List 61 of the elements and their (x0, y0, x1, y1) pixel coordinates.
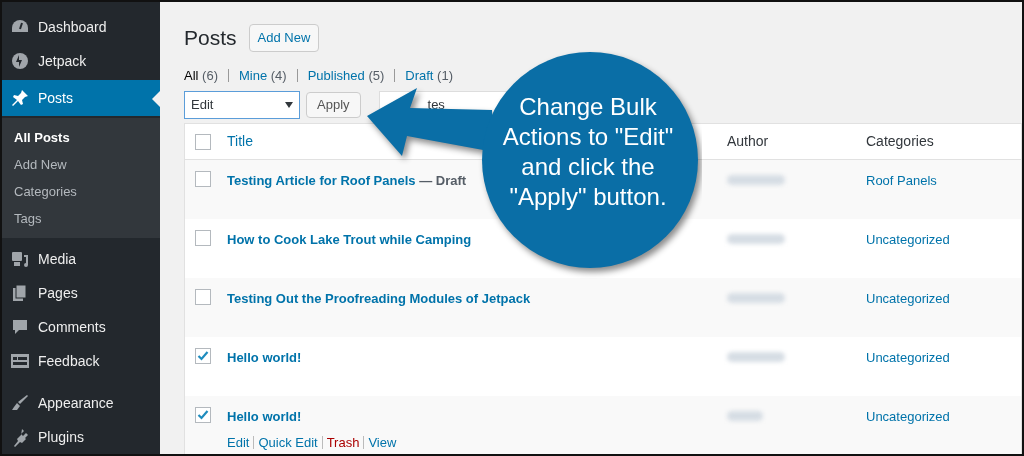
submenu-item[interactable]: All Posts (2, 124, 160, 151)
submenu-item[interactable]: Add New (2, 151, 160, 178)
row-action-link[interactable]: Edit (227, 432, 250, 452)
column-header: Categories (866, 132, 934, 151)
checkbox[interactable] (195, 289, 211, 305)
media-icon (10, 249, 30, 269)
blurred-author (727, 352, 785, 362)
bulk-actions-select[interactable]: Edit (184, 91, 300, 119)
filter-link[interactable]: Mine (4) (238, 65, 287, 85)
sidebar-item[interactable]: Pages (2, 276, 160, 310)
category-link[interactable]: Uncategorized (866, 289, 950, 309)
submenu-item[interactable]: Tags (2, 205, 160, 232)
filter-link[interactable]: Draft (1) (405, 65, 453, 85)
sidebar-item[interactable]: Plugins (2, 420, 160, 454)
filter-link[interactable]: All (6) (184, 65, 218, 85)
sidebar-item[interactable]: Comments (2, 310, 160, 344)
brush-icon (10, 393, 30, 413)
add-new-button[interactable]: Add New (248, 23, 320, 52)
post-title-link[interactable]: Testing Article for Roof Panels (227, 173, 416, 188)
feedback-icon (10, 351, 30, 371)
post-title-link[interactable]: Hello world! (227, 409, 302, 424)
check-icon (197, 350, 209, 362)
bolt-icon (10, 51, 30, 71)
blurred-author (727, 411, 763, 421)
pointer-icon (152, 91, 160, 107)
checkbox[interactable] (195, 133, 211, 150)
blurred-author (727, 234, 785, 244)
checkbox[interactable] (195, 348, 211, 364)
post-title-link[interactable]: Hello world! (227, 350, 302, 365)
check-icon (197, 409, 209, 421)
sidebar-item[interactable]: Feedback (2, 344, 160, 378)
submenu-item[interactable]: Categories (2, 178, 160, 205)
sidebar-item[interactable]: Posts (2, 80, 160, 116)
post-state: — Draft (418, 173, 467, 188)
sidebar-item[interactable]: Dashboard (2, 10, 160, 44)
callout-text: Change Bulk Actions to "Edit" and click the "Apply" button. (501, 92, 675, 212)
category-link[interactable]: Uncategorized (866, 407, 950, 427)
checkbox[interactable] (195, 171, 211, 187)
row-action-link[interactable]: Quick Edit (258, 432, 318, 452)
checkbox[interactable] (195, 230, 211, 246)
category-link[interactable]: Uncategorized (866, 348, 950, 368)
pin-icon (10, 88, 30, 108)
page-title: Posts (184, 25, 237, 51)
sidebar-item[interactable]: Jetpack (2, 44, 160, 78)
comment-icon (10, 317, 30, 337)
sidebar-item[interactable]: Media (2, 242, 160, 276)
column-header: Author (727, 132, 770, 151)
post-title-link[interactable]: How to Cook Lake Trout while Camping (227, 232, 472, 247)
blurred-author (727, 293, 785, 303)
filter-link[interactable]: Published (5) (307, 65, 385, 85)
sidebar-item[interactable]: Appearance (2, 386, 160, 420)
caret-icon (285, 102, 293, 108)
column-header[interactable]: Title (227, 133, 253, 149)
post-title-link[interactable]: Testing Out the Proofreading Modules of Jetpack (227, 291, 531, 306)
category-link[interactable]: Roof Panels (866, 171, 937, 191)
row-action-link[interactable]: View (368, 432, 397, 452)
row-action-link[interactable]: Trash (326, 432, 360, 452)
apply-button[interactable]: Apply (306, 92, 361, 118)
blurred-author (727, 175, 785, 185)
checkbox[interactable] (195, 407, 211, 423)
category-link[interactable]: Uncategorized (866, 230, 950, 250)
